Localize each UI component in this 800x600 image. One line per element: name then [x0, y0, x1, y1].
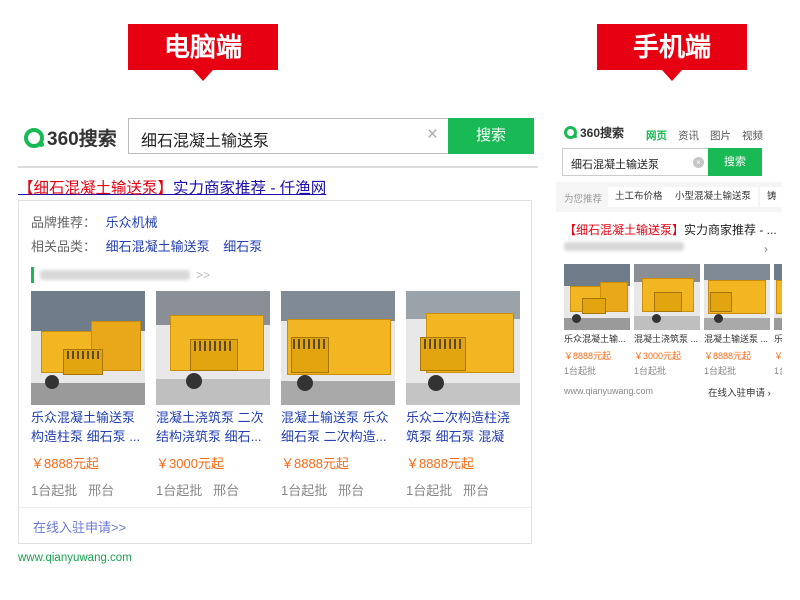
- product-name[interactable]: 乐众混凝土输送泵构造柱泵 细石泵 ...: [31, 409, 145, 447]
- product-image[interactable]: [31, 291, 145, 405]
- nav-tab-news[interactable]: 资讯: [678, 128, 699, 143]
- mobile-join-link[interactable]: 在线入驻申请 ›: [708, 385, 771, 399]
- company-row[interactable]: >>: [31, 267, 210, 283]
- product-name[interactable]: 乐众混凝土输...: [564, 333, 630, 347]
- magnifier-logo-icon: [564, 126, 577, 139]
- product-price: ￥3000元起: [634, 351, 682, 361]
- mobile-search-button[interactable]: 搜索: [708, 148, 762, 176]
- product-moq: 1台起批: [704, 366, 737, 376]
- blurred-company-name: [564, 242, 684, 251]
- product-name[interactable]: 混凝土浇筑泵 二次结构浇筑泵 细石...: [156, 409, 270, 447]
- company-marker: [31, 267, 34, 283]
- pc-search-header: 360搜索 细石混凝土输送泵 × 搜索: [18, 114, 538, 168]
- mobile-banner: 手机端: [597, 24, 747, 81]
- mobile-search-input[interactable]: 细石混凝土输送泵 ×: [562, 148, 708, 176]
- product-name[interactable]: 乐众二次构造柱浇筑泵 细石泵 混凝土...: [406, 409, 520, 447]
- nav-tab-images[interactable]: 图片: [710, 128, 731, 143]
- join-link[interactable]: 在线入驻申请>>: [33, 517, 126, 536]
- category-link[interactable]: 细石混凝土输送泵: [106, 239, 210, 254]
- product-price: ￥8888元起: [406, 456, 474, 471]
- product-item[interactable]: 混凝土输送泵 ... ￥8888元起 1台起批: [704, 264, 770, 377]
- mobile-result-title[interactable]: 【细石混凝土输送泵】实力商家推荐 - ...: [564, 221, 777, 238]
- mobile-result-title-rest: 实力商家推荐 - ...: [684, 223, 777, 237]
- pc-search-input[interactable]: 细石混凝土输送泵 ×: [128, 118, 448, 154]
- brand-label: 品牌推荐：: [31, 215, 97, 230]
- suggest-chip[interactable]: 铸: [760, 187, 782, 207]
- mobile-domain[interactable]: www.qianyuwang.com: [564, 386, 653, 396]
- product-moq: 1台起批: [634, 366, 667, 376]
- product-item[interactable]: 混凝土浇筑泵 二次结构浇筑泵 细石... ￥3000元起 1台起批 邢台: [156, 291, 270, 499]
- chevron-right-icon[interactable]: ›: [764, 242, 768, 256]
- clear-icon[interactable]: ×: [693, 157, 704, 168]
- product-price: ￥8888元起: [564, 351, 612, 361]
- pc-logo[interactable]: 360搜索: [24, 124, 117, 151]
- product-moq: 1台起批 邢台: [156, 483, 240, 498]
- product-name[interactable]: 混凝土浇筑泵 ...: [634, 333, 700, 347]
- product-price: ￥8888元起: [281, 456, 349, 471]
- brand-link[interactable]: 乐众机械: [106, 215, 158, 230]
- category-row: 相关品类： 细石混凝土输送泵 细石泵: [31, 236, 272, 255]
- pc-search-value: 细石混凝土输送泵: [141, 133, 270, 150]
- nav-tab-video[interactable]: 视频: [742, 128, 763, 143]
- category-link[interactable]: 细石泵: [223, 239, 262, 254]
- pc-logo-text: 360搜索: [47, 129, 117, 150]
- product-moq: 1台起批: [564, 366, 597, 376]
- brand-row: 品牌推荐： 乐众机械: [31, 212, 168, 231]
- product-name[interactable]: 混凝土输送泵 乐众细石泵 二次构造...: [281, 409, 395, 447]
- mobile-header: 360搜索 网页 资讯 图片 视频: [556, 118, 782, 144]
- product-item[interactable]: 乐众二次构造柱浇筑泵 细石泵 混凝土... ￥8888元起 1台起批 邢台: [406, 291, 520, 499]
- product-image[interactable]: [774, 264, 782, 330]
- product-moq: 1台起批 邢台: [31, 483, 115, 498]
- nav-tab-web[interactable]: 网页: [646, 128, 667, 143]
- blurred-company-name: [40, 270, 190, 280]
- product-price: ￥3000元起: [156, 456, 224, 471]
- pc-domain[interactable]: www.qianyuwang.com: [18, 552, 132, 564]
- product-image[interactable]: [156, 291, 270, 405]
- product-moq: 1台: [774, 366, 782, 376]
- suggest-label: 为您推荐: [564, 194, 603, 205]
- product-image[interactable]: [634, 264, 700, 330]
- mobile-result-title-keyword: 【细石混凝土输送泵】: [564, 223, 685, 237]
- product-price: ￥8: [774, 351, 782, 361]
- product-item[interactable]: 混凝土浇筑泵 ... ￥3000元起 1台起批: [634, 264, 700, 377]
- mobile-preview: 360搜索 网页 资讯 图片 视频 细石混凝土输送泵 × 搜索 为您推荐 土工布…: [556, 118, 782, 408]
- product-item[interactable]: 乐... ￥8 1台: [774, 264, 782, 377]
- suggest-chip[interactable]: 土工布价格: [608, 187, 670, 207]
- pc-search-button[interactable]: 搜索: [448, 118, 534, 154]
- pc-result-title-keyword: 【细石混凝土输送泵】: [18, 180, 174, 197]
- product-name[interactable]: 乐...: [774, 333, 782, 347]
- company-more: >>: [196, 268, 211, 282]
- product-moq: 1台起批 邢台: [406, 483, 490, 498]
- category-label: 相关品类：: [31, 239, 97, 254]
- pc-banner: 电脑端: [128, 24, 278, 81]
- mobile-logo[interactable]: 360搜索: [564, 124, 624, 141]
- card-divider: [19, 507, 531, 508]
- suggest-chip[interactable]: 小型混凝土输送泵: [668, 187, 759, 207]
- magnifier-logo-icon: [24, 127, 44, 148]
- product-item[interactable]: 混凝土输送泵 乐众细石泵 二次构造... ￥8888元起 1台起批 邢台: [281, 291, 395, 499]
- product-name[interactable]: 混凝土输送泵 ...: [704, 333, 770, 347]
- pc-result-title-rest: 实力商家推荐 - 仟渔网: [173, 180, 327, 197]
- product-image[interactable]: [406, 291, 520, 405]
- product-price: ￥8888元起: [704, 351, 752, 361]
- mobile-logo-text: 360搜索: [580, 126, 625, 140]
- pc-result-title[interactable]: 【细石混凝土输送泵】实力商家推荐 - 仟渔网: [18, 176, 326, 198]
- product-image[interactable]: [281, 291, 395, 405]
- pc-result-card: 品牌推荐： 乐众机械 相关品类： 细石混凝土输送泵 细石泵 >> 乐众混凝土输送…: [18, 200, 532, 544]
- product-image[interactable]: [704, 264, 770, 330]
- clear-icon[interactable]: ×: [427, 124, 438, 146]
- suggest-bar: 为您推荐 土工布价格 小型混凝土输送泵 铸: [556, 182, 782, 212]
- product-moq: 1台起批 邢台: [281, 483, 365, 498]
- product-item[interactable]: 乐众混凝土输送泵构造柱泵 细石泵 ... ￥8888元起 1台起批 邢台: [31, 291, 145, 499]
- mobile-search-value: 细石混凝土输送泵: [571, 159, 659, 171]
- product-item[interactable]: 乐众混凝土输... ￥8888元起 1台起批: [564, 264, 630, 377]
- product-image[interactable]: [564, 264, 630, 330]
- product-price: ￥8888元起: [31, 456, 99, 471]
